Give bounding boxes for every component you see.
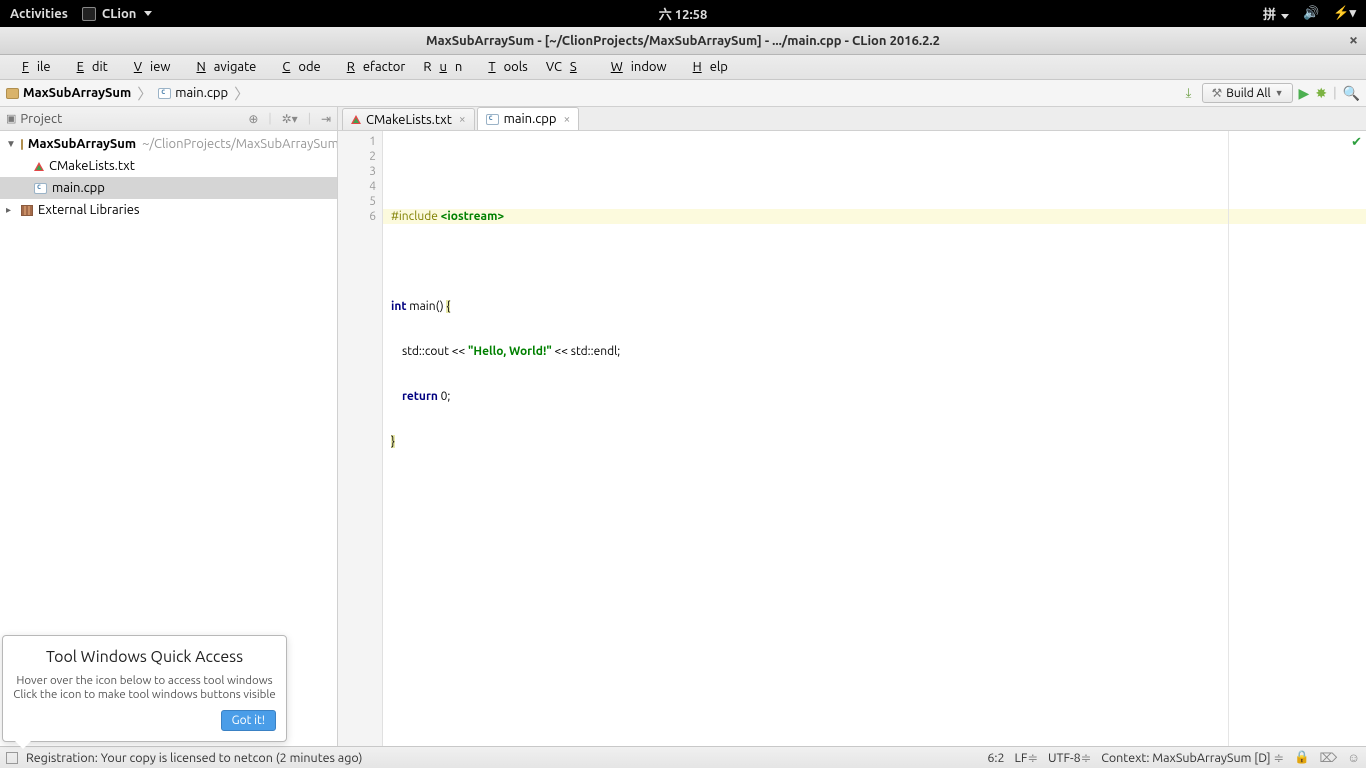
menu-tools[interactable]: Tools xyxy=(472,57,536,77)
breadcrumb-separator-icon: 〉 xyxy=(232,83,251,104)
search-everywhere-button[interactable]: 🔍 xyxy=(1343,85,1360,102)
volume-icon[interactable]: 🔊 xyxy=(1303,6,1319,21)
line-number: 4 xyxy=(338,179,376,194)
editor-gutter[interactable]: 1 2 3 4 5 6 xyxy=(338,131,383,746)
status-message: Registration: Your copy is licensed to n… xyxy=(26,751,362,765)
chevron-down-icon xyxy=(144,11,152,16)
chevron-down-icon: ▼ xyxy=(1275,88,1284,98)
cmake-icon xyxy=(34,162,44,171)
folder-icon xyxy=(21,139,23,150)
hide-pane-icon[interactable]: ⇥ xyxy=(321,112,331,126)
gear-icon[interactable]: ✲▾ xyxy=(282,112,298,126)
menu-view[interactable]: View xyxy=(118,57,179,77)
editor-area: CMakeLists.txt × main.cpp × 1 2 3 4 5 6 … xyxy=(338,107,1366,746)
folder-icon xyxy=(6,88,19,99)
tree-item-label: External Libraries xyxy=(38,203,140,217)
clock[interactable]: 六 12:58 xyxy=(659,4,708,23)
feedback-icon[interactable]: ☺ xyxy=(1347,751,1360,765)
memory-indicator-icon[interactable]: ⌦ xyxy=(1320,750,1338,765)
tab-cmakelists[interactable]: CMakeLists.txt × xyxy=(342,108,475,130)
window-titlebar: MaxSubArraySum - [~/ClionProjects/MaxSub… xyxy=(0,27,1366,55)
menu-file[interactable]: File xyxy=(6,57,59,77)
tree-root[interactable]: ▼ MaxSubArraySum ~/ClionProjects/MaxSubA… xyxy=(0,133,337,155)
line-number: 1 xyxy=(338,134,376,149)
cpp-file-icon xyxy=(158,88,171,99)
tab-maincpp[interactable]: main.cpp × xyxy=(477,107,580,130)
menu-window[interactable]: Window xyxy=(595,57,675,77)
tree-item-label: CMakeLists.txt xyxy=(49,159,135,173)
editor-tabs: CMakeLists.txt × main.cpp × xyxy=(338,107,1366,131)
tree-item-maincpp[interactable]: main.cpp xyxy=(0,177,337,199)
cpp-file-icon xyxy=(34,183,47,194)
make-project-icon[interactable]: ⤓ xyxy=(1180,85,1196,101)
status-bar: Registration: Your copy is licensed to n… xyxy=(0,746,1366,768)
menu-navigate[interactable]: Navigate xyxy=(180,57,264,77)
got-it-button[interactable]: Got it! xyxy=(221,710,276,731)
tab-label: CMakeLists.txt xyxy=(366,113,452,127)
debug-button[interactable]: ✸ xyxy=(1315,85,1327,102)
line-number: 3 xyxy=(338,164,376,179)
project-pane-title: Project xyxy=(20,112,62,126)
expand-arrow-icon[interactable]: ▼ xyxy=(6,138,16,150)
tree-item-cmakelists[interactable]: CMakeLists.txt xyxy=(0,155,337,177)
line-separator[interactable]: LF≑ xyxy=(1015,750,1038,765)
gnome-top-bar: Activities CLion 六 12:58 拼 🔊 ⚡▾ xyxy=(0,0,1366,27)
lock-icon[interactable]: 🔒 xyxy=(1294,750,1310,765)
menu-help[interactable]: Help xyxy=(677,57,736,77)
menu-vcs[interactable]: VCS xyxy=(538,57,593,77)
run-config-label: Build All xyxy=(1226,87,1270,100)
menu-code[interactable]: Code xyxy=(266,57,328,77)
code-editor[interactable]: ✔ #include <iostream> int main() { std::… xyxy=(383,131,1366,746)
line-number: 2 xyxy=(338,149,376,164)
chevron-down-icon xyxy=(1281,14,1289,19)
input-method-indicator[interactable]: 拼 xyxy=(1263,4,1289,23)
app-menu[interactable]: CLion xyxy=(82,7,153,21)
expand-arrow-icon[interactable]: ▸ xyxy=(6,204,16,216)
tool-windows-hint-popup: Tool Windows Quick Access Hover over the… xyxy=(2,635,287,742)
tree-external-libraries[interactable]: ▸ External Libraries xyxy=(0,199,337,221)
tool-windows-toggle-icon[interactable] xyxy=(6,752,18,764)
breadcrumb-file[interactable]: main.cpp xyxy=(175,86,228,100)
tab-close-icon[interactable]: × xyxy=(564,113,571,126)
hammer-icon: ⚒ xyxy=(1211,86,1222,100)
clion-icon xyxy=(82,7,96,21)
context-indicator[interactable]: Context: MaxSubArraySum [D] ≑ xyxy=(1101,750,1284,765)
inspection-ok-icon[interactable]: ✔ xyxy=(1351,135,1362,150)
battery-icon[interactable]: ⚡▾ xyxy=(1333,6,1356,21)
tab-close-icon[interactable]: × xyxy=(459,113,466,126)
activities-button[interactable]: Activities xyxy=(10,7,68,21)
project-pane-header[interactable]: ▣ Project ⊕ | ✲▾ | ⇥ xyxy=(0,107,337,131)
file-encoding[interactable]: UTF-8≑ xyxy=(1048,750,1091,765)
window-title: MaxSubArraySum - [~/ClionProjects/MaxSub… xyxy=(426,34,940,48)
run-config-selector[interactable]: ⚒ Build All ▼ xyxy=(1202,83,1292,103)
menu-refactor[interactable]: Refactor xyxy=(331,57,414,77)
breadcrumb-separator-icon: 〉 xyxy=(135,83,154,104)
cpp-file-icon xyxy=(486,114,499,125)
menu-bar: File Edit View Navigate Code Refactor Ru… xyxy=(0,55,1366,80)
tree-root-path: ~/ClionProjects/MaxSubArraySum xyxy=(142,137,337,151)
run-button[interactable]: ▶ xyxy=(1299,85,1310,102)
tree-item-label: main.cpp xyxy=(52,181,105,195)
popup-title: Tool Windows Quick Access xyxy=(13,648,276,666)
line-number: 5 xyxy=(338,194,376,209)
popup-body: Hover over the icon below to access tool… xyxy=(13,674,276,702)
library-icon xyxy=(21,205,33,216)
line-number: 6 xyxy=(338,209,376,224)
menu-run[interactable]: Run xyxy=(415,57,470,77)
tree-root-label: MaxSubArraySum xyxy=(28,137,136,151)
project-view-icon: ▣ xyxy=(6,112,16,125)
scroll-target-icon[interactable]: ⊕ xyxy=(248,112,258,126)
navigation-bar: MaxSubArraySum 〉 main.cpp 〉 ⤓ ⚒ Build Al… xyxy=(0,80,1366,107)
menu-edit[interactable]: Edit xyxy=(61,57,116,77)
window-close-button[interactable]: × xyxy=(1349,31,1358,49)
app-menu-label: CLion xyxy=(102,7,137,21)
cmake-icon xyxy=(351,115,361,124)
tab-label: main.cpp xyxy=(504,112,557,126)
breadcrumb-project[interactable]: MaxSubArraySum xyxy=(23,86,131,100)
caret-position[interactable]: 6:2 xyxy=(987,751,1004,765)
